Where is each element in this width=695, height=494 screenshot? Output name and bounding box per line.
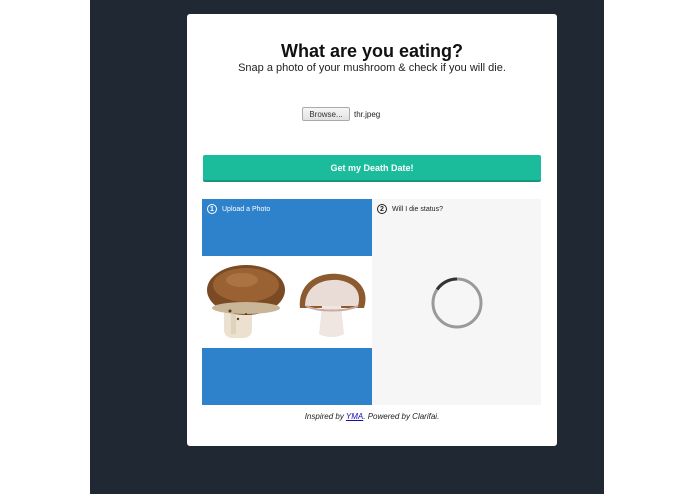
footer-suffix: . Powered by Clarifai. [363, 412, 440, 421]
step-number-1: 1 [207, 204, 217, 214]
page-subtitle: Snap a photo of your mushroom & check if… [238, 62, 506, 74]
step-upload: 1 Upload a Photo [207, 204, 270, 214]
selected-file-name: thr.jpeg [354, 109, 381, 119]
step-number-2: 2 [377, 204, 387, 214]
file-input[interactable]: Browse... thr.jpeg [302, 107, 380, 121]
step-label-status: Will I die status? [392, 205, 443, 213]
page-title: What are you eating? [280, 41, 464, 61]
yma-link[interactable]: YMA [346, 412, 363, 421]
step-label-upload: Upload a Photo [222, 205, 271, 213]
upload-photo-panel: 1 Upload a Photo [202, 199, 372, 405]
death-status-panel: 2 Will I die status? [372, 199, 541, 405]
loading-spinner-icon [430, 276, 484, 335]
main-card: What are you eating? Snap a photo of you… [187, 14, 557, 446]
footer-credits: Inspired by YMA. Powered by Clarifai. [187, 412, 557, 421]
get-death-date-button[interactable]: Get my Death Date! [203, 155, 541, 182]
footer-prefix: Inspired by [304, 412, 346, 421]
browse-button[interactable]: Browse... [302, 107, 350, 121]
step-status: 2 Will I die status? [377, 204, 443, 214]
mushroom-photo [202, 256, 372, 348]
